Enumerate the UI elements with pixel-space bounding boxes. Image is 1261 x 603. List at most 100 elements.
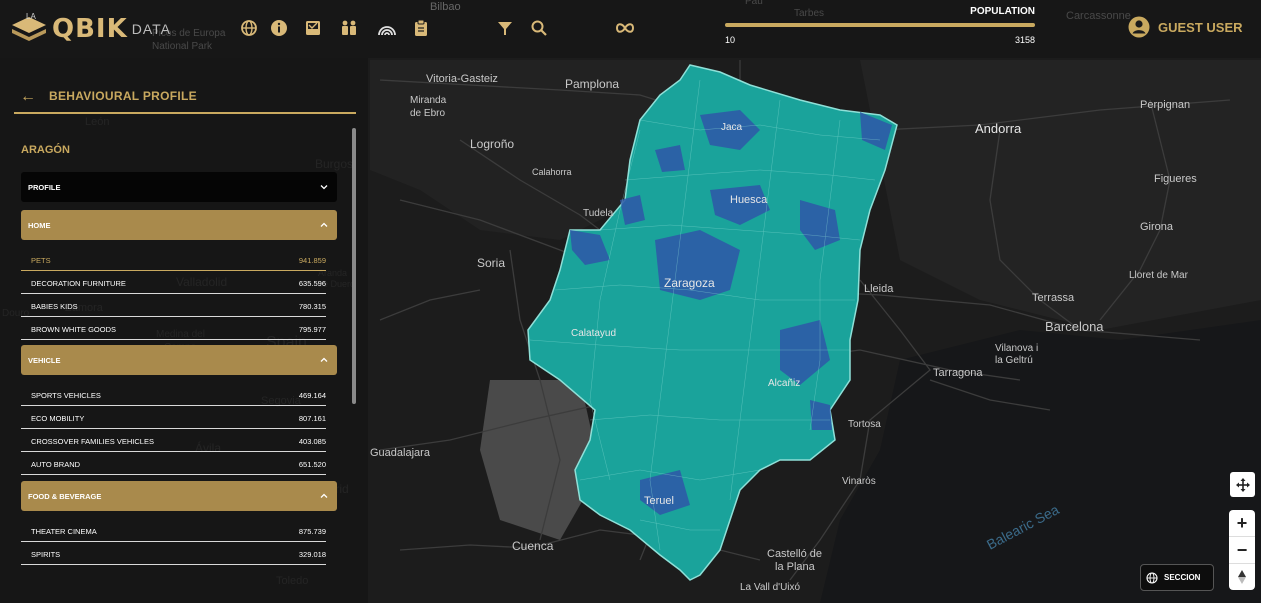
list-item[interactable]: BABIES KIDS 780.315	[21, 294, 326, 317]
map-label: Tarragona	[933, 367, 983, 379]
logo-sub: DATA	[131, 21, 172, 37]
map-label: Barcelona	[1045, 319, 1104, 334]
panel-header: ← BEHAVIOURAL PROFILE	[14, 86, 356, 114]
item-value: 651.520	[298, 460, 326, 469]
list-item[interactable]: CROSSOVER FAMILIES VEHICLES 403.085	[21, 429, 326, 452]
item-value: 807.161	[298, 414, 326, 423]
user-menu[interactable]: GUEST USER	[1128, 16, 1243, 38]
item-value: 469.164	[298, 391, 326, 400]
population-max: 3158	[1014, 35, 1035, 45]
map-label: la Plana	[775, 561, 816, 573]
zoom-out-button[interactable]: −	[1229, 537, 1255, 564]
map-label: Calatayud	[571, 328, 616, 339]
user-avatar-icon	[1128, 16, 1150, 38]
item-value: 795.977	[298, 325, 326, 334]
map-label: Tortosa	[848, 419, 881, 430]
back-arrow-icon[interactable]: ←	[20, 88, 36, 106]
user-label: GUEST USER	[1158, 19, 1243, 35]
item-label: PETS	[31, 256, 51, 265]
map-label: Soria	[477, 256, 505, 270]
item-label: AUTO BRAND	[31, 460, 81, 469]
map-label: Andorra	[975, 121, 1022, 136]
map-label: La Vall d'Uixó	[740, 582, 801, 593]
population-title: POPULATION	[970, 6, 1035, 17]
map-label: Lloret de Mar	[1129, 270, 1189, 281]
list-item[interactable]: BROWN WHITE GOODS 795.977	[21, 317, 326, 340]
item-value: 941.859	[298, 256, 326, 265]
section-label: PROFILE	[28, 182, 61, 192]
logo-text: QBIK	[52, 14, 128, 44]
map-label: Logroño	[470, 137, 514, 151]
map-label: Alcañiz	[768, 378, 800, 389]
map-label: Cuenca	[512, 539, 554, 553]
move-arrows-icon	[1235, 477, 1250, 492]
map-label: Vinaròs	[842, 476, 876, 487]
section-label: HOME	[28, 220, 51, 230]
section-label: VEHICLE	[28, 355, 61, 365]
inbox-icon[interactable]	[304, 19, 322, 37]
seccion-label: SECCION	[1164, 573, 1201, 582]
infinity-icon[interactable]	[614, 19, 636, 37]
logo-prefix: LA	[26, 12, 36, 21]
item-label: BROWN WHITE GOODS	[31, 325, 116, 334]
panel-title: BEHAVIOURAL PROFILE	[49, 89, 197, 103]
item-label: DECORATION FURNITURE	[31, 279, 126, 288]
fullscreen-button[interactable]	[1230, 472, 1255, 497]
map-label: Perpignan	[1140, 99, 1190, 111]
region-title: ARAGÓN	[21, 144, 70, 156]
section-profile[interactable]: PROFILE	[21, 172, 337, 202]
people-icon[interactable]	[340, 19, 358, 37]
list-item[interactable]: AUTO BRAND 651.520	[21, 452, 326, 475]
zoom-in-button[interactable]: +	[1229, 510, 1255, 537]
rainbow-icon[interactable]	[377, 19, 397, 37]
map-label: Castelló de	[767, 548, 822, 560]
chevron-down-icon	[320, 185, 328, 190]
map-label: Figueres	[1154, 173, 1197, 185]
item-value: 875.739	[298, 527, 326, 536]
item-value: 780.315	[298, 302, 326, 311]
search-icon[interactable]	[530, 19, 548, 37]
filter-icon[interactable]	[496, 19, 514, 37]
clipboard-icon[interactable]	[412, 19, 430, 37]
map-label: Miranda	[410, 95, 447, 106]
map-label: Terrassa	[1032, 292, 1075, 304]
item-value: 329.018	[298, 550, 326, 559]
globe-icon[interactable]	[240, 19, 258, 37]
section-food-beverage[interactable]: FOOD & BEVERAGE	[21, 481, 337, 511]
info-icon[interactable]	[270, 19, 288, 37]
item-label: BABIES KIDS	[31, 302, 78, 311]
list-item-pets[interactable]: PETS 941.859	[21, 248, 326, 271]
item-value: 403.085	[298, 437, 326, 446]
item-value: 635.596	[298, 279, 326, 288]
compass-button[interactable]	[1229, 564, 1255, 590]
map-label: Vitoria-Gasteiz	[426, 73, 498, 85]
list-item[interactable]: SPIRITS 329.018	[21, 542, 326, 565]
compass-icon	[1238, 570, 1246, 584]
map-label: Tudela	[583, 208, 614, 219]
map-label: Guadalajara	[370, 447, 431, 459]
map-label: Jaca	[721, 122, 743, 133]
chevron-up-icon	[320, 357, 328, 362]
zoom-controls: + −	[1229, 510, 1255, 590]
item-label: SPORTS VEHICLES	[31, 391, 101, 400]
map-label: la Geltrú	[995, 355, 1033, 366]
list-item[interactable]: THEATER CINEMA 875.739	[21, 519, 326, 542]
section-vehicle[interactable]: VEHICLE	[21, 345, 337, 375]
list-item[interactable]: DECORATION FURNITURE 635.596	[21, 271, 326, 294]
chevron-up-icon	[320, 222, 328, 227]
list-item[interactable]: ECO MOBILITY 807.161	[21, 406, 326, 429]
map-label: de Ebro	[410, 108, 445, 119]
logo[interactable]: LA QBIK DATA	[10, 12, 172, 44]
map-label: Zaragoza	[664, 276, 715, 290]
item-label: ECO MOBILITY	[31, 414, 85, 423]
population-bar	[725, 23, 1035, 27]
map-label: Teruel	[644, 495, 674, 507]
map-label: Calahorra	[532, 167, 572, 177]
seccion-button[interactable]: SECCION	[1140, 564, 1214, 591]
section-home[interactable]: HOME	[21, 210, 337, 240]
map-label: Girona	[1140, 221, 1174, 233]
map-label: Huesca	[730, 194, 768, 206]
list-item[interactable]: SPORTS VEHICLES 469.164	[21, 383, 326, 406]
panel-scrollbar[interactable]	[352, 128, 356, 404]
map-label: Pamplona	[565, 77, 619, 91]
